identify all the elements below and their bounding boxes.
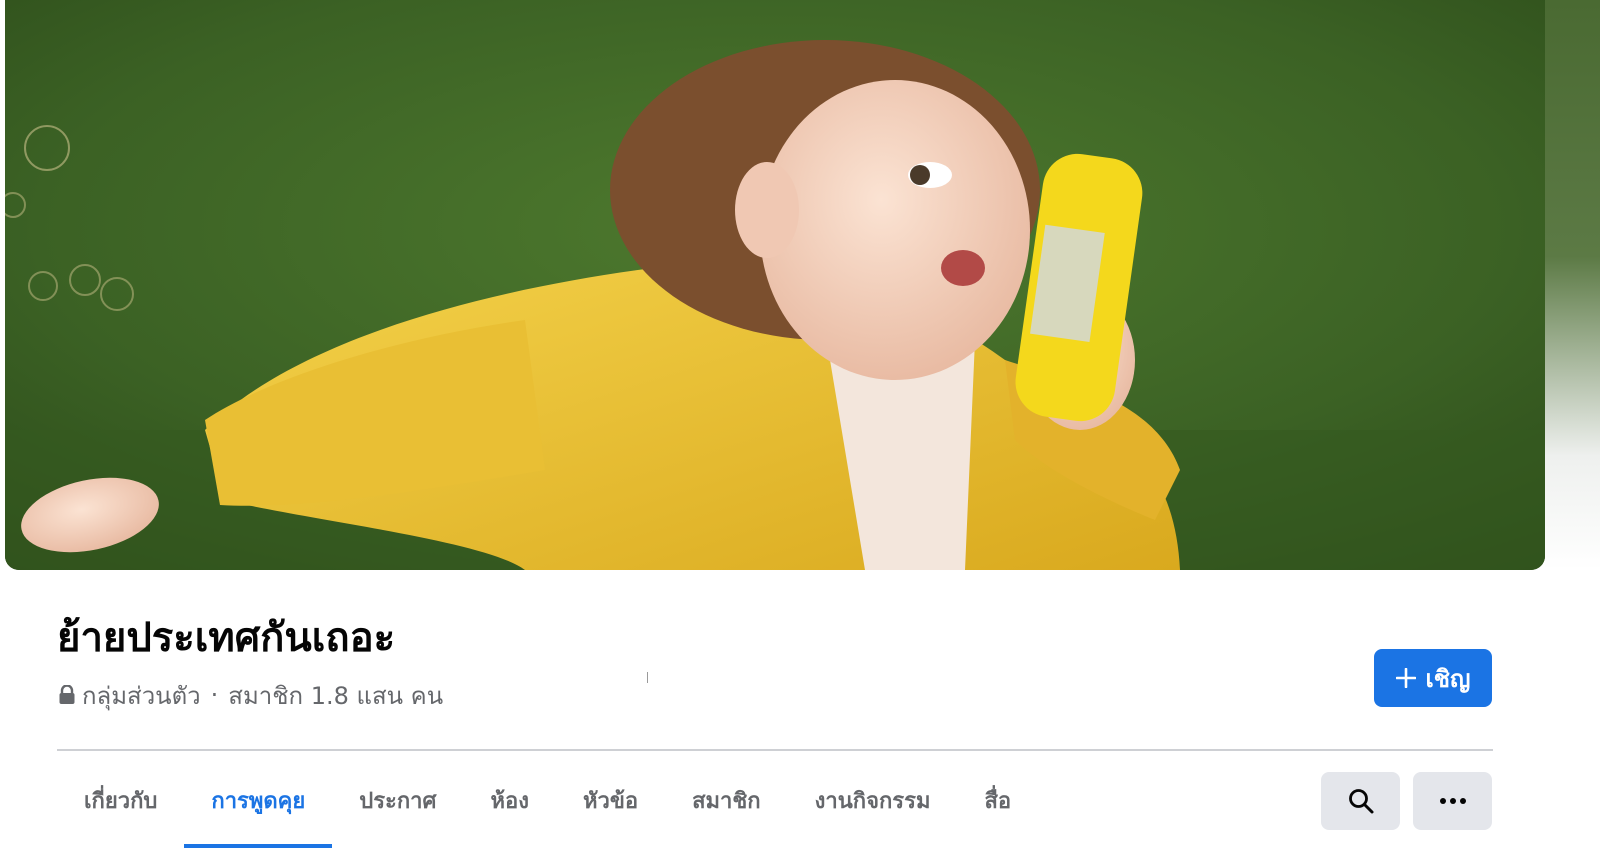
tab-label: การพูดคุย bbox=[211, 788, 306, 814]
more-horizontal-icon bbox=[1439, 798, 1466, 804]
cursor-mark bbox=[647, 672, 648, 683]
tab-events[interactable]: งานกิจกรรม bbox=[788, 752, 958, 848]
tab-media[interactable]: สื่อ bbox=[957, 752, 1038, 848]
invite-button[interactable]: เชิญ bbox=[1374, 649, 1492, 707]
header-divider bbox=[57, 749, 1493, 751]
invite-label: เชิญ bbox=[1425, 664, 1471, 693]
tab-about[interactable]: เกี่ยวกับ bbox=[57, 752, 184, 848]
more-button[interactable] bbox=[1413, 772, 1492, 830]
cover-image bbox=[5, 0, 1545, 570]
member-count[interactable]: สมาชิก 1.8 แสน คน bbox=[228, 676, 443, 715]
lock-icon bbox=[59, 685, 75, 704]
group-tabs: เกี่ยวกับ การพูดคุย ประกาศ ห้อง หัวข้อ ส… bbox=[57, 752, 1038, 865]
tab-label: สื่อ bbox=[984, 788, 1012, 814]
cover-edge bbox=[1545, 0, 1600, 570]
plus-icon bbox=[1395, 668, 1416, 688]
tab-label: เกี่ยวกับ bbox=[84, 788, 158, 814]
tab-label: หัวข้อ bbox=[582, 788, 639, 814]
tab-announcements[interactable]: ประกาศ bbox=[332, 752, 463, 848]
tab-rooms[interactable]: ห้อง bbox=[464, 752, 556, 848]
cover-photo[interactable] bbox=[5, 0, 1545, 570]
tab-members[interactable]: สมาชิก bbox=[665, 752, 788, 848]
group-name[interactable]: ย้ายประเทศกันเถอะ bbox=[57, 612, 395, 664]
tab-discussion[interactable]: การพูดคุย bbox=[184, 752, 333, 848]
tab-label: งานกิจกรรม bbox=[814, 788, 931, 814]
group-meta: กลุ่มส่วนตัว · สมาชิก 1.8 แสน คน bbox=[58, 678, 443, 712]
privacy-label[interactable]: กลุ่มส่วนตัว bbox=[82, 676, 201, 715]
tab-label: ประกาศ bbox=[359, 788, 437, 814]
separator-dot: · bbox=[210, 681, 219, 709]
tab-topics[interactable]: หัวข้อ bbox=[556, 752, 665, 848]
tab-label: สมาชิก bbox=[692, 788, 761, 814]
search-button[interactable] bbox=[1321, 772, 1400, 830]
search-icon bbox=[1348, 789, 1373, 814]
group-page: ย้ายประเทศกันเถอะ กลุ่มส่วนตัว · สมาชิก … bbox=[0, 0, 1600, 865]
tab-label: ห้อง bbox=[490, 788, 529, 814]
